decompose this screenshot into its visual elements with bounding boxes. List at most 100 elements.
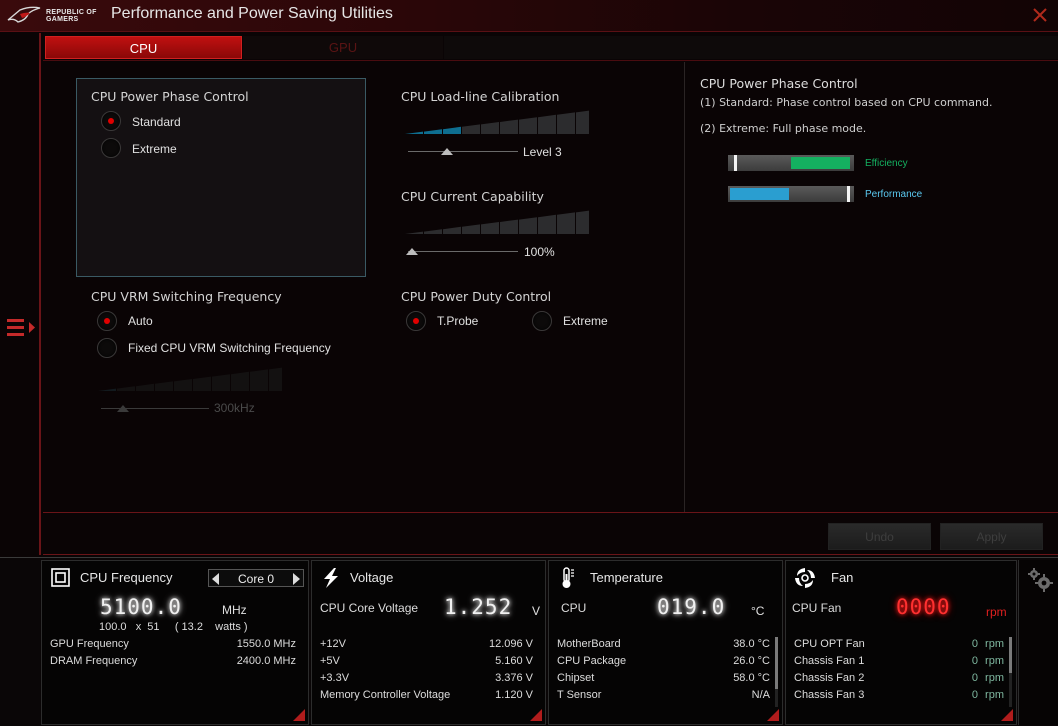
loadline-slider-track[interactable] [408,151,518,152]
undo-button[interactable]: Undo [828,523,931,550]
performance-bar-marker [847,186,850,202]
cpu-frequency-title: CPU Frequency [80,570,173,585]
memory-controller-voltage-value: 1.120 V [495,689,533,701]
memory-controller-voltage-label: Memory Controller Voltage [320,689,451,701]
apply-button[interactable]: Apply [940,523,1043,550]
radio-phase-extreme-label: Extreme [132,142,177,156]
current-capability-slider-track[interactable] [408,251,518,252]
next-core-arrow-icon[interactable] [292,573,300,585]
ramp-segment [443,226,461,234]
chassis-fan-1-value: 0 [971,655,978,667]
chassis-fan-3-unit: rpm [985,689,1004,701]
cpu-opt-fan-value: 0 [971,638,978,650]
settings-gears-icon[interactable] [1027,568,1053,592]
cpu-core-voltage-value: 1.252 [444,595,513,619]
cpu-settings-panel: CPU Power Phase Control Standard Extreme… [43,62,683,512]
core-selector-value: Core 0 [237,572,275,586]
ramp-segment [557,212,575,234]
settings-column [1018,560,1058,725]
cpu-frequency-detail: 100.0 x 51 ( 13.2 watts ) [99,621,248,633]
ramp-segment [136,383,154,391]
tab-gpu[interactable]: GPU [243,36,443,59]
expand-corner-icon[interactable] [530,709,542,721]
fan-scroll-thumb[interactable] [1009,637,1012,673]
ramp-segment [557,112,575,134]
loadline-slider-thumb[interactable] [441,148,453,155]
radio-vrm-auto[interactable] [97,311,117,331]
core-selector[interactable]: Core 0 [208,569,304,587]
ramp-segment [231,371,249,391]
fan-scrollbar[interactable] [1009,637,1012,707]
cpu-core-voltage-unit: V [532,604,541,618]
action-bar: Undo Apply [43,512,1058,555]
ramp-segment [98,388,116,391]
radio-vrm-fixed[interactable] [97,338,117,358]
current-capability-title: CPU Current Capability [401,189,544,204]
performance-bar-fill [730,188,789,200]
cpu-package-temp-label: CPU Package [557,655,627,667]
voltage-title: Voltage [350,570,394,585]
close-button[interactable] [1031,6,1049,24]
performance-bar [728,186,854,202]
vrm-freq-title: CPU VRM Switching Frequency [91,289,282,304]
ramp-segment [519,217,537,234]
rog-logo: REPUBLIC OF GAMERS [6,4,98,28]
temperature-scrollbar[interactable] [775,637,778,707]
gpu-frequency-value: 1550.0 MHz [236,638,296,650]
chassis-fan-1-unit: rpm [985,655,1004,667]
current-capability-ramp[interactable] [405,210,589,236]
radio-duty-tprobe[interactable] [406,311,426,331]
expand-corner-icon[interactable] [293,709,305,721]
info-line-extreme: (2) Extreme: Full phase mode. [700,122,867,135]
current-capability-value: 100% [524,245,555,259]
voltage-3v3-label: +3.3V [320,672,350,684]
dram-frequency-label: DRAM Frequency [50,655,138,667]
vrm-freq-value: 300kHz [214,401,255,415]
expand-corner-icon[interactable] [1001,709,1013,721]
chassis-fan-3-label: Chassis Fan 3 [794,689,865,701]
cpu-fan-label: CPU Fan [792,601,842,615]
radio-vrm-auto-label: Auto [128,314,153,328]
phase-control-group: CPU Power Phase Control Standard Extreme [76,78,366,277]
tab-bar: CPU GPU [43,33,1058,61]
chassis-fan-2-unit: rpm [985,672,1004,684]
ramp-segment [576,110,589,134]
window-title: Performance and Power Saving Utilities [111,5,393,22]
ramp-segment [405,131,423,134]
chipset-temp-label: Chipset [557,672,595,684]
sidebar-menu-button[interactable] [6,318,36,338]
motherboard-temp-label: MotherBoard [557,638,621,650]
loadline-title: CPU Load-line Calibration [401,89,560,104]
ramp-segment [538,114,556,134]
current-capability-slider-thumb[interactable] [406,248,418,255]
voltage-3v3-value: 3.376 V [495,672,533,684]
expand-corner-icon[interactable] [767,709,779,721]
radio-vrm-fixed-label: Fixed CPU VRM Switching Frequency [128,341,331,355]
brand-text: REPUBLIC OF GAMERS [46,9,97,23]
ramp-segment [462,224,480,234]
cpu-fan-unit: rpm [986,605,1007,619]
radio-duty-tprobe-label: T.Probe [437,314,479,328]
motherboard-temp-value: 38.0 °C [733,638,770,650]
voltage-12v-label: +12V [320,638,346,650]
ramp-segment [212,374,230,391]
chipset-temp-value: 58.0 °C [733,672,770,684]
radio-phase-standard[interactable] [101,111,121,131]
brand-line-1: REPUBLIC OF [46,9,97,16]
radio-duty-extreme[interactable] [532,311,552,331]
close-x-icon [1033,8,1047,22]
loadline-level-ramp[interactable] [405,110,589,136]
radio-phase-extreme[interactable] [101,138,121,158]
left-rail [0,33,41,555]
voltage-panel: Voltage CPU Core Voltage 1.252 V +12V 12… [311,560,546,725]
thermometer-icon [562,567,574,588]
info-line-standard: (1) Standard: Phase control based on CPU… [700,96,993,109]
monitor-strip: CPU Frequency Core 0 5100.0 MHz 100.0 x … [0,557,1058,726]
ramp-segment [117,386,135,391]
cpu-fan-value: 0000 [896,595,951,619]
cpu-temp-label: CPU [561,601,587,615]
title-bar: REPUBLIC OF GAMERS Performance and Power… [0,0,1058,32]
tab-cpu[interactable]: CPU [45,36,242,59]
efficiency-label: Efficiency [865,158,908,169]
temperature-scroll-thumb[interactable] [775,637,778,689]
